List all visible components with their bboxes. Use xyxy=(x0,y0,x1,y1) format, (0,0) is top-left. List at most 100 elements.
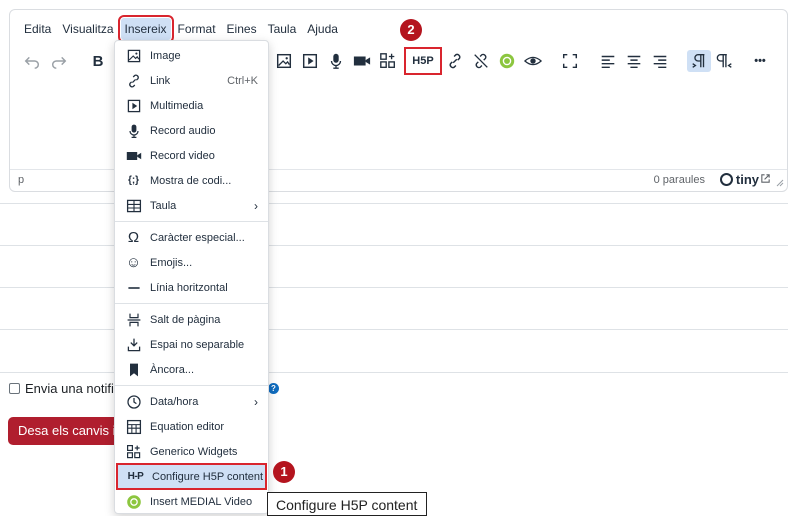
menu-item-label: Espai no separable xyxy=(150,338,245,351)
menu-item-label: Multimedia xyxy=(150,99,204,112)
resize-handle-icon[interactable] xyxy=(776,179,784,189)
menu-item-date-time[interactable]: Data/hora › xyxy=(115,389,268,414)
menu-separator xyxy=(115,385,268,386)
link-icon[interactable] xyxy=(443,50,467,72)
menu-item-label: Àncora... xyxy=(150,363,195,376)
menu-eines[interactable]: Eines xyxy=(223,18,261,40)
media-icon[interactable] xyxy=(298,50,322,72)
menu-item-label: Mostra de codi... xyxy=(150,174,232,187)
editor-menubar: Edita Visualitza Insereix Format Eines T… xyxy=(10,15,345,43)
menu-item-label: Caràcter especial... xyxy=(150,231,245,244)
menu-item-generico-widgets[interactable]: Generico Widgets xyxy=(115,439,268,464)
bookmark-icon xyxy=(125,361,142,378)
code-sample-icon: {;} xyxy=(127,175,140,186)
menu-item-table[interactable]: Taula › xyxy=(115,193,268,218)
ltr-icon[interactable] xyxy=(687,50,711,72)
menu-item-image[interactable]: Image xyxy=(115,43,268,68)
menu-item-page-break[interactable]: Salt de pàgina xyxy=(115,307,268,332)
menu-ajuda[interactable]: Ajuda xyxy=(303,18,342,40)
clock-icon xyxy=(125,393,142,410)
menu-item-record-audio[interactable]: Record audio xyxy=(115,118,268,143)
medial-icon xyxy=(125,493,142,510)
video-camera-icon[interactable] xyxy=(350,50,374,72)
step-badge-2: 2 xyxy=(400,19,422,41)
menu-item-multimedia[interactable]: Multimedia xyxy=(115,93,268,118)
nbsp-icon xyxy=(125,336,142,353)
notify-option: Envia una notific xyxy=(9,381,120,396)
menu-item-equation-editor[interactable]: Equation editor xyxy=(115,414,268,439)
menu-item-label: Data/hora xyxy=(150,395,199,408)
menu-item-code-sample[interactable]: {;} Mostra de codi... xyxy=(115,168,268,193)
help-icon[interactable]: ? xyxy=(268,383,279,394)
align-right-icon[interactable] xyxy=(648,50,672,72)
menu-item-nbsp[interactable]: Espai no separable xyxy=(115,332,268,357)
undo-icon[interactable] xyxy=(20,50,44,72)
menu-format[interactable]: Format xyxy=(174,18,220,40)
menu-item-insert-medial-video[interactable]: Insert MEDIAL Video xyxy=(115,489,268,514)
calculator-icon xyxy=(125,418,142,435)
menu-item-label: Emojis... xyxy=(150,256,193,269)
image-icon xyxy=(125,47,142,64)
word-count[interactable]: 0 paraules xyxy=(654,174,705,186)
medial-icon[interactable] xyxy=(495,50,519,72)
notify-label: Envia una notific xyxy=(25,381,121,396)
unlink-icon[interactable] xyxy=(469,50,493,72)
preview-icon[interactable] xyxy=(521,50,545,72)
microphone-icon xyxy=(125,122,142,139)
menu-item-label: Link xyxy=(150,74,171,87)
menu-item-label: Salt de pàgina xyxy=(150,313,221,326)
menu-item-configure-h5p[interactable]: H-P Configure H5P content xyxy=(116,463,267,490)
chevron-right-icon: › xyxy=(254,394,258,409)
video-camera-icon xyxy=(125,147,142,164)
menu-item-label: Record audio xyxy=(150,124,216,137)
fullscreen-icon[interactable] xyxy=(558,50,582,72)
media-icon xyxy=(125,97,142,114)
menu-item-label: Record video xyxy=(150,149,215,162)
widgets-icon xyxy=(125,443,142,460)
table-icon xyxy=(125,197,142,214)
h5p-button[interactable]: H5P xyxy=(404,47,442,75)
external-link-icon[interactable] xyxy=(760,173,771,187)
insert-menu: Image Link Ctrl+K Multimedia Record audi… xyxy=(114,40,269,514)
menu-item-record-video[interactable]: Record video xyxy=(115,143,268,168)
menu-edita[interactable]: Edita xyxy=(20,18,55,40)
chevron-right-icon: › xyxy=(254,198,258,213)
align-left-icon[interactable] xyxy=(596,50,620,72)
align-center-icon[interactable] xyxy=(622,50,646,72)
menu-item-anchor[interactable]: Àncora... xyxy=(115,357,268,382)
menu-visualitza[interactable]: Visualitza xyxy=(58,18,117,40)
tiny-brand-label: tiny xyxy=(735,172,759,187)
menu-item-label: Configure H5P content xyxy=(152,470,264,483)
menu-item-emojis[interactable]: ☺ Emojis... xyxy=(115,250,268,275)
menu-item-label: Línia horitzontal xyxy=(150,281,228,294)
menu-item-label: Generico Widgets xyxy=(150,445,238,458)
menu-item-horizontal-line[interactable]: Línia horitzontal xyxy=(115,275,268,300)
tooltip: Configure H5P content xyxy=(267,492,427,516)
step-badge-1: 1 xyxy=(273,461,295,483)
menu-item-label: Taula xyxy=(150,199,177,212)
menu-item-special-char[interactable]: Ω Caràcter especial... xyxy=(115,225,268,250)
rtl-icon[interactable] xyxy=(713,50,737,72)
notify-checkbox[interactable] xyxy=(9,383,20,394)
menu-insereix[interactable]: Insereix xyxy=(117,15,174,43)
tiny-brand[interactable]: tiny xyxy=(719,172,759,187)
microphone-icon[interactable] xyxy=(324,50,348,72)
bold-button[interactable]: B xyxy=(86,50,110,72)
menu-item-label: Equation editor xyxy=(150,420,224,433)
shortcut-hint: Ctrl+K xyxy=(227,74,258,87)
omega-icon: Ω xyxy=(127,229,140,246)
more-icon[interactable]: ••• xyxy=(748,50,772,72)
element-path[interactable]: p xyxy=(18,174,24,186)
menu-item-label: Image xyxy=(150,49,181,62)
link-icon xyxy=(125,72,142,89)
h5p-icon: H-P xyxy=(127,471,144,482)
menu-item-label: Insert MEDIAL Video xyxy=(150,495,253,508)
widgets-icon[interactable] xyxy=(376,50,400,72)
menu-item-link[interactable]: Link Ctrl+K xyxy=(115,68,268,93)
horizontal-line-icon xyxy=(125,279,142,296)
redo-icon[interactable] xyxy=(47,50,71,72)
page-break-icon xyxy=(125,311,142,328)
image-icon[interactable] xyxy=(272,50,296,72)
emoji-icon: ☺ xyxy=(125,254,142,271)
menu-taula[interactable]: Taula xyxy=(264,18,301,40)
